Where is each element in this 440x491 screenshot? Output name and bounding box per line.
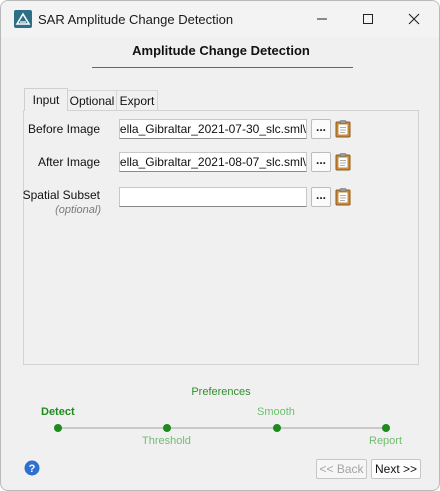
app-icon xyxy=(14,10,32,28)
before-image-browse-button[interactable]: ... xyxy=(311,119,331,139)
after-image-label: After Image xyxy=(37,155,100,169)
after-image-paste-button[interactable] xyxy=(335,153,351,171)
spatial-subset-optional-note: (optional) xyxy=(55,204,101,216)
window-title: SAR Amplitude Change Detection xyxy=(38,12,234,27)
before-image-field[interactable]: \Capella_Gibraltar_2021-07-30_slc.sml xyxy=(119,119,307,139)
minimize-button[interactable] xyxy=(299,1,345,37)
after-image-browse-button[interactable]: ... xyxy=(311,152,331,172)
workflow-title: Preferences xyxy=(191,386,251,398)
ellipsis-icon: ... xyxy=(315,120,326,134)
ellipsis-icon: ... xyxy=(315,188,326,202)
close-button[interactable] xyxy=(391,1,437,37)
maximize-icon xyxy=(363,14,373,24)
spatial-subset-paste-button[interactable] xyxy=(335,188,351,206)
ellipsis-icon: ... xyxy=(315,153,326,167)
dialog-window: SAR Amplitude Change Detection Amplitude… xyxy=(0,0,440,491)
tab-input[interactable]: Input xyxy=(24,88,68,111)
tab-optional[interactable]: Optional xyxy=(68,90,117,110)
step-dot-report xyxy=(382,424,390,432)
clipboard-icon xyxy=(335,120,351,138)
back-button[interactable]: << Back xyxy=(316,459,367,479)
spatial-subset-browse-button[interactable]: ... xyxy=(311,187,331,207)
next-button[interactable]: Next >> xyxy=(371,459,421,479)
clipboard-icon xyxy=(335,188,351,206)
step-label-report: Report xyxy=(369,435,403,447)
step-dot-threshold xyxy=(163,424,171,432)
tab-export[interactable]: Export xyxy=(117,90,158,110)
clipboard-icon xyxy=(335,153,351,171)
step-label-smooth: Smooth xyxy=(257,406,295,418)
spatial-subset-label: Spatial Subset xyxy=(22,188,100,202)
spatial-subset-field[interactable] xyxy=(119,187,307,207)
after-image-field[interactable]: \Capella_Gibraltar_2021-08-07_slc.sml xyxy=(119,152,307,172)
maximize-button[interactable] xyxy=(345,1,391,37)
step-dot-smooth xyxy=(273,424,281,432)
close-icon xyxy=(408,13,420,25)
header-divider xyxy=(92,67,353,68)
step-dot-detect xyxy=(54,424,62,432)
before-image-paste-button[interactable] xyxy=(335,120,351,138)
title-bar[interactable]: SAR Amplitude Change Detection xyxy=(1,1,439,37)
input-tab-panel xyxy=(23,110,419,365)
svg-text:?: ? xyxy=(29,463,36,475)
workflow-track xyxy=(58,427,387,429)
page-title: Amplitude Change Detection xyxy=(132,43,310,58)
before-image-label: Before Image xyxy=(27,122,100,136)
step-label-threshold: Threshold xyxy=(142,435,191,447)
minimize-icon xyxy=(317,18,327,20)
question-mark-icon[interactable]: ? xyxy=(24,460,40,476)
step-label-detect: Detect xyxy=(41,406,75,418)
